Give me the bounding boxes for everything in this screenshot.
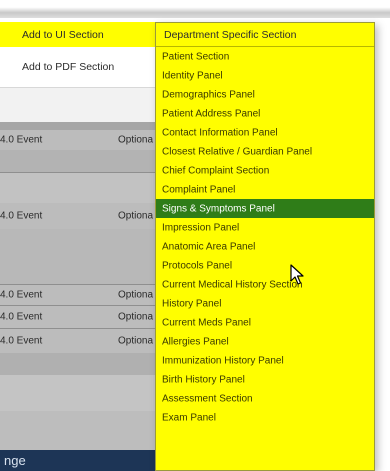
- dropdown-option-highlighted[interactable]: Signs & Symptoms Panel: [156, 199, 374, 219]
- table-row-event: 4.0 Event: [0, 210, 43, 222]
- dropdown-option-label: Allergies Panel: [162, 336, 229, 348]
- dropdown-option[interactable]: Impression Panel: [156, 218, 374, 237]
- table-row-option: Optiona: [118, 210, 154, 222]
- dropdown-option-label: Demographics Panel: [162, 89, 255, 101]
- dropdown-option[interactable]: History Panel: [156, 295, 374, 314]
- table-band: [0, 150, 160, 172]
- dropdown-option[interactable]: Complaint Panel: [156, 180, 374, 199]
- dropdown-option[interactable]: Identity Panel: [156, 66, 374, 85]
- table-row-option: Optiona: [118, 289, 154, 301]
- dropdown-option[interactable]: Current Medical History Section: [156, 276, 374, 295]
- dropdown-option-label: Identity Panel: [162, 70, 223, 82]
- dropdown-option-label: Patient Address Panel: [162, 108, 261, 120]
- table-row-event: 4.0 Event: [0, 311, 43, 323]
- dropdown-option[interactable]: Exam Panel: [156, 409, 374, 428]
- dropdown-option[interactable]: Anatomic Area Panel: [156, 237, 374, 256]
- dropdown-option[interactable]: Birth History Panel: [156, 371, 374, 390]
- table-row-option: Optiona: [118, 134, 154, 146]
- ui-section-label: Add to UI Section: [22, 28, 104, 41]
- table-band: [0, 229, 160, 284]
- ui-section-row: Add to UI Section: [0, 22, 160, 47]
- dropdown-option-label: Impression Panel: [162, 222, 240, 234]
- mouse-pointer-icon: [290, 264, 304, 285]
- dropdown-option[interactable]: Protocols Panel: [156, 257, 374, 276]
- dropdown-option-label: Patient Section: [162, 51, 230, 63]
- table-row-event: 4.0 Event: [0, 134, 43, 146]
- table-row[interactable]: 4.0 Event Optiona: [0, 130, 160, 150]
- dropdown-option-label: Immunization History Panel: [162, 355, 284, 367]
- table-row[interactable]: 4.0 Event Optiona: [0, 306, 160, 328]
- table-row-event: 4.0 Event: [0, 289, 43, 301]
- dropdown-option-label: History Panel: [162, 298, 222, 310]
- ui-section-dropdown[interactable]: Department Specific Section Patient Sect…: [155, 22, 375, 471]
- dropdown-option[interactable]: Current Meds Panel: [156, 314, 374, 333]
- dropdown-selected-value[interactable]: Department Specific Section: [156, 23, 374, 47]
- dropdown-option-label: Exam Panel: [162, 412, 216, 424]
- table-band: [0, 411, 160, 450]
- table-row-option: Optiona: [118, 311, 154, 323]
- table-row-option: Optiona: [118, 335, 154, 347]
- dropdown-option-label: Anatomic Area Panel: [162, 241, 256, 253]
- table-band: [0, 375, 160, 411]
- dropdown-option[interactable]: Immunization History Panel: [156, 352, 374, 371]
- dropdown-option[interactable]: Allergies Panel: [156, 333, 374, 352]
- bottom-bar-text: nge: [4, 453, 26, 468]
- dropdown-option-label: Assessment Section: [162, 393, 253, 405]
- window-top-shadow: [0, 0, 390, 18]
- dropdown-option[interactable]: Patient Address Panel: [156, 104, 374, 123]
- dropdown-option-label: Contact Information Panel: [162, 127, 278, 139]
- table-header-strip: [0, 122, 160, 130]
- table-band: [0, 173, 160, 203]
- dropdown-selected-label: Department Specific Section: [164, 29, 297, 41]
- dropdown-option-label: Current Medical History Section: [162, 279, 303, 291]
- pdf-section-label: Add to PDF Section: [22, 61, 115, 73]
- dropdown-option-label: Signs & Symptoms Panel: [162, 203, 275, 215]
- dropdown-option[interactable]: Contact Information Panel: [156, 123, 374, 142]
- bottom-bar: nge: [0, 450, 160, 471]
- form-divider-row: [0, 87, 160, 122]
- dropdown-option-label: Complaint Panel: [162, 184, 236, 196]
- table-row[interactable]: 4.0 Event Optiona: [0, 329, 160, 353]
- dropdown-option[interactable]: Closest Relative / Guardian Panel: [156, 142, 374, 161]
- table-band: [0, 353, 160, 375]
- pdf-section-row: Add to PDF Section: [0, 47, 160, 87]
- dropdown-option[interactable]: Demographics Panel: [156, 85, 374, 104]
- table-row-event: 4.0 Event: [0, 335, 43, 347]
- dropdown-option-label: Chief Complaint Section: [162, 165, 270, 177]
- dropdown-option[interactable]: Assessment Section: [156, 390, 374, 409]
- table-row[interactable]: 4.0 Event Optiona: [0, 285, 160, 305]
- table-row[interactable]: 4.0 Event Optiona: [0, 203, 160, 229]
- dropdown-option[interactable]: Chief Complaint Section: [156, 161, 374, 180]
- dropdown-option-label: Protocols Panel: [162, 260, 233, 272]
- dropdown-option-label: Closest Relative / Guardian Panel: [162, 146, 313, 158]
- dropdown-option[interactable]: Patient Section: [156, 47, 374, 66]
- dropdown-option-label: Current Meds Panel: [162, 317, 251, 329]
- dropdown-option-label: Birth History Panel: [162, 374, 245, 386]
